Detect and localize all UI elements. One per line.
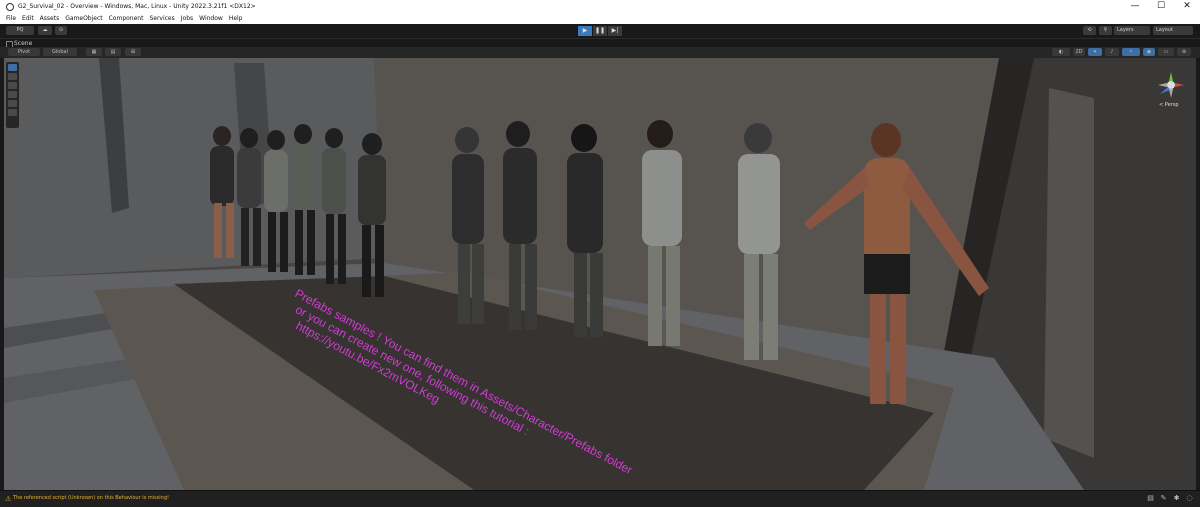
menu-bar: File Edit Assets GameObject Component Se… [0,13,1200,24]
global-toggle[interactable]: Global [43,48,77,56]
draw-mode-icon[interactable]: ◐ [1052,48,1070,56]
window-titlebar: G2_Survival_02 - Overview - Windows, Mac… [0,0,1200,13]
effects-icon[interactable]: ✧ [1122,48,1140,56]
minimize-button[interactable]: — [1122,0,1148,13]
play-controls: ▶ ❚❚ ▶| [578,26,623,36]
layout-dropdown[interactable]: Layout [1153,26,1193,35]
menu-window[interactable]: Window [199,15,223,22]
debug-icon[interactable]: ✎ [1159,494,1168,503]
menu-edit[interactable]: Edit [22,15,34,22]
cloud-icon[interactable]: ☁ [38,26,52,35]
pivot-toggle[interactable]: Pivot [8,48,40,56]
snap-increment-icon[interactable]: ▤ [105,48,121,56]
lighting-icon[interactable]: ✦ [1088,48,1102,56]
menu-file[interactable]: File [6,15,16,22]
grid-plane-icon[interactable]: ⊞ [125,48,141,56]
orientation-gizmo-icon[interactable] [1156,70,1186,100]
menu-gameobject[interactable]: GameObject [65,15,102,22]
menu-services[interactable]: Services [149,15,174,22]
unity-logo-icon [6,2,14,11]
menu-component[interactable]: Component [109,15,144,22]
menu-assets[interactable]: Assets [40,15,60,22]
tool-palette [6,62,19,128]
main-toolbar: PQ ☁ ⊙ ▶ ❚❚ ▶| ⟲ ⚲ Layers Layout [0,24,1200,38]
step-button[interactable]: ▶| [608,26,622,36]
window-controls: — ☐ ✕ [1122,0,1200,13]
rotate-tool-icon[interactable] [8,82,17,89]
layers-dropdown[interactable]: Layers [1114,26,1150,35]
global-label: Global [52,49,68,55]
camera-settings-icon[interactable]: ▭ [1158,48,1174,56]
persp-label[interactable]: < Persp [1159,102,1179,108]
2d-toggle[interactable]: 2D [1073,48,1085,56]
progress-icon[interactable]: ◌ [1185,494,1194,503]
pause-button[interactable]: ❚❚ [593,26,607,36]
hidden-objects-icon[interactable]: ◉ [1143,48,1155,56]
menu-jobs[interactable]: Jobs [181,15,193,22]
hand-tool-icon[interactable] [8,64,17,71]
cache-icon[interactable]: ▤ [1146,494,1155,503]
scene-render: Prefabs samples ! You can find them in A… [4,58,1196,490]
maximize-button[interactable]: ☐ [1148,0,1174,13]
account-button[interactable]: PQ [6,26,34,35]
history-icon[interactable]: ⟲ [1083,26,1096,35]
play-button[interactable]: ▶ [578,26,592,36]
audio-icon[interactable]: ♪ [1105,48,1119,56]
scale-tool-icon[interactable] [8,91,17,98]
status-message[interactable]: The referenced script (Unknown) on this … [13,495,169,501]
search-icon[interactable]: ⚲ [1099,26,1112,35]
layout-label: Layout [1156,27,1173,33]
grid-snap-icon[interactable]: ▦ [86,48,102,56]
door-pillar [1044,88,1094,458]
2d-label: 2D [1075,49,1083,55]
pivot-label: Pivot [17,49,31,55]
status-icons: ▤ ✎ ✱ ◌ [1142,494,1194,503]
rect-tool-icon[interactable] [8,100,17,107]
status-bar: ⚠ The referenced script (Unknown) on thi… [0,490,1200,507]
transform-tool-icon[interactable] [8,109,17,116]
scene-viewport[interactable]: Prefabs samples ! You can find them in A… [4,58,1196,490]
gizmos-icon[interactable]: ⊕ [1177,48,1191,56]
bug-icon[interactable]: ✱ [1172,494,1181,503]
collab-icon[interactable]: ⊙ [55,26,67,35]
move-tool-icon[interactable] [8,73,17,80]
layers-label: Layers [1117,27,1134,33]
window-title: G2_Survival_02 - Overview - Windows, Mac… [18,3,256,10]
menu-help[interactable]: Help [229,15,243,22]
close-button[interactable]: ✕ [1174,0,1200,13]
account-label: PQ [16,27,24,33]
warning-icon: ⚠ [5,495,12,503]
scene-toolbar: Pivot Global ▦ ▤ ⊞ ◐ 2D ✦ ♪ ✧ ◉ ▭ ⊕ [0,47,1200,58]
